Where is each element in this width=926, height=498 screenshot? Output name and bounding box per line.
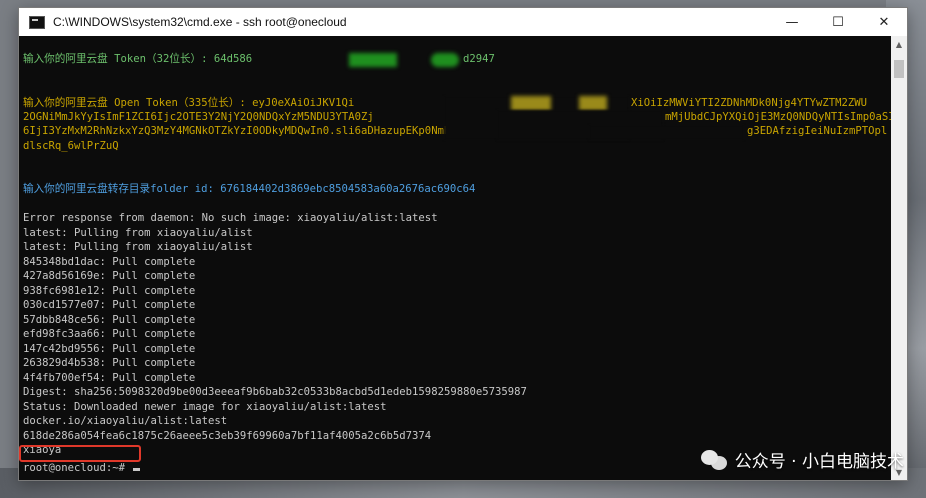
output-line: docker.io/xiaoyaliu/alist:latest bbox=[23, 415, 228, 427]
shell-prompt: root@onecloud:~# bbox=[23, 462, 132, 474]
output-line: 030cd1577e07: Pull complete bbox=[23, 299, 196, 311]
output-line: latest: Pulling from xiaoyaliu/alist bbox=[23, 241, 253, 253]
output-line: 618de286a054fea6c1875c26aeee5c3eb39f6996… bbox=[23, 429, 432, 442]
watermark: 公众号 · 小白电脑技术 bbox=[700, 447, 904, 472]
highlight-box bbox=[19, 445, 141, 462]
token-prompt: 输入你的阿里云盘 Token（32位长）: 64d586 bbox=[23, 53, 253, 65]
output-line: 57dbb848ce56: Pull complete bbox=[23, 313, 196, 326]
redaction-blur bbox=[431, 53, 459, 67]
redaction-blur bbox=[579, 96, 607, 111]
close-button[interactable]: ✕ bbox=[861, 8, 907, 36]
output-line: Digest: sha256:5098320d9be00d3eeeaf9b6ba… bbox=[23, 386, 527, 398]
output-line: 845348bd1dac: Pull complete bbox=[23, 255, 196, 268]
redaction-blur bbox=[511, 96, 551, 111]
open-token-line-2-tail: mMjUbdCJpYXQiOjE3MzQ0NDQyNTIsImp0aSI bbox=[665, 111, 891, 123]
watermark-text: 公众号 · 小白电脑技术 bbox=[734, 452, 904, 472]
redaction-blur bbox=[589, 125, 744, 140]
output-line: 263829d4b538: Pull complete bbox=[23, 357, 196, 369]
redaction-blur bbox=[349, 53, 397, 67]
token-prompt-line: 输入你的阿里云盘 Token（32位长）: 64d586 bbox=[23, 52, 252, 67]
scroll-up-icon[interactable]: ▲ bbox=[891, 36, 907, 52]
open-token-line-2: 2OGNiMmJkYyIsImF1ZCI6Ijc2OTE3Y2NjY2Q0NDQ… bbox=[23, 111, 374, 123]
title-bar[interactable]: C:\WINDOWS\system32\cmd.exe - ssh root@o… bbox=[19, 8, 907, 36]
caption-buttons: — ☐ ✕ bbox=[769, 8, 907, 36]
open-token-line-3: 6IjI3YzMxM2RhNzkxYzQ3MzY4MGNkOTZkYzI0ODk… bbox=[23, 125, 451, 137]
output-line: efd98fc3aa66: Pull complete bbox=[23, 328, 196, 340]
folder-prompt-line: 输入你的阿里云盘转存目录folder id: 676184402d3869ebc… bbox=[23, 182, 475, 197]
output-line: Status: Downloaded newer image for xiaoy… bbox=[23, 400, 387, 413]
output-line: latest: Pulling from xiaoyaliu/alist bbox=[23, 226, 253, 239]
open-token-line-1: 输入你的阿里云盘 Open Token（335位长）: eyJ0eXAiOiJK… bbox=[23, 96, 354, 111]
cursor bbox=[133, 468, 141, 471]
token-tail: d2947 bbox=[463, 53, 495, 65]
vertical-scrollbar[interactable]: ▲ ▼ bbox=[891, 36, 907, 480]
scrollbar-thumb[interactable] bbox=[894, 60, 904, 78]
cmd-window: C:\WINDOWS\system32\cmd.exe - ssh root@o… bbox=[18, 7, 908, 481]
cmd-icon bbox=[29, 15, 45, 29]
folder-prompt: 输入你的阿里云盘转存目录folder id: 676184402d3869ebc… bbox=[23, 183, 476, 195]
wechat-icon bbox=[700, 448, 729, 472]
output-line: 4f4fb700ef54: Pull complete bbox=[23, 371, 196, 384]
open-token-line-3-tail: g3EDAfzigIeiNuIzmPTOpl bbox=[747, 125, 888, 137]
open-token-line-1-tail: XiOiIzMWViYTI2ZDNhMDk0Njg4YTYwZTM2ZWU bbox=[631, 97, 867, 109]
minimize-button[interactable]: — bbox=[769, 8, 815, 36]
open-token-prompt: 输入你的阿里云盘 Open Token（335位长）: eyJ0eXAiOiJK… bbox=[23, 97, 355, 109]
output-line: 427a8d56169e: Pull complete bbox=[23, 270, 196, 282]
terminal-output[interactable]: 输入你的阿里云盘 Token（32位长）: 64d586 d2947 输入你的阿… bbox=[19, 36, 891, 480]
output-line: Error response from daemon: No such imag… bbox=[23, 212, 438, 224]
output-line: 938fc6981e12: Pull complete bbox=[23, 284, 196, 297]
shell-prompt-line: root@onecloud:~# bbox=[23, 461, 141, 476]
open-token-line-4: dlscRq_6wlPrZuQ bbox=[23, 140, 119, 152]
output-line: 147c42bd9556: Pull complete bbox=[23, 342, 196, 355]
maximize-button[interactable]: ☐ bbox=[815, 8, 861, 36]
window-title: C:\WINDOWS\system32\cmd.exe - ssh root@o… bbox=[53, 15, 347, 29]
